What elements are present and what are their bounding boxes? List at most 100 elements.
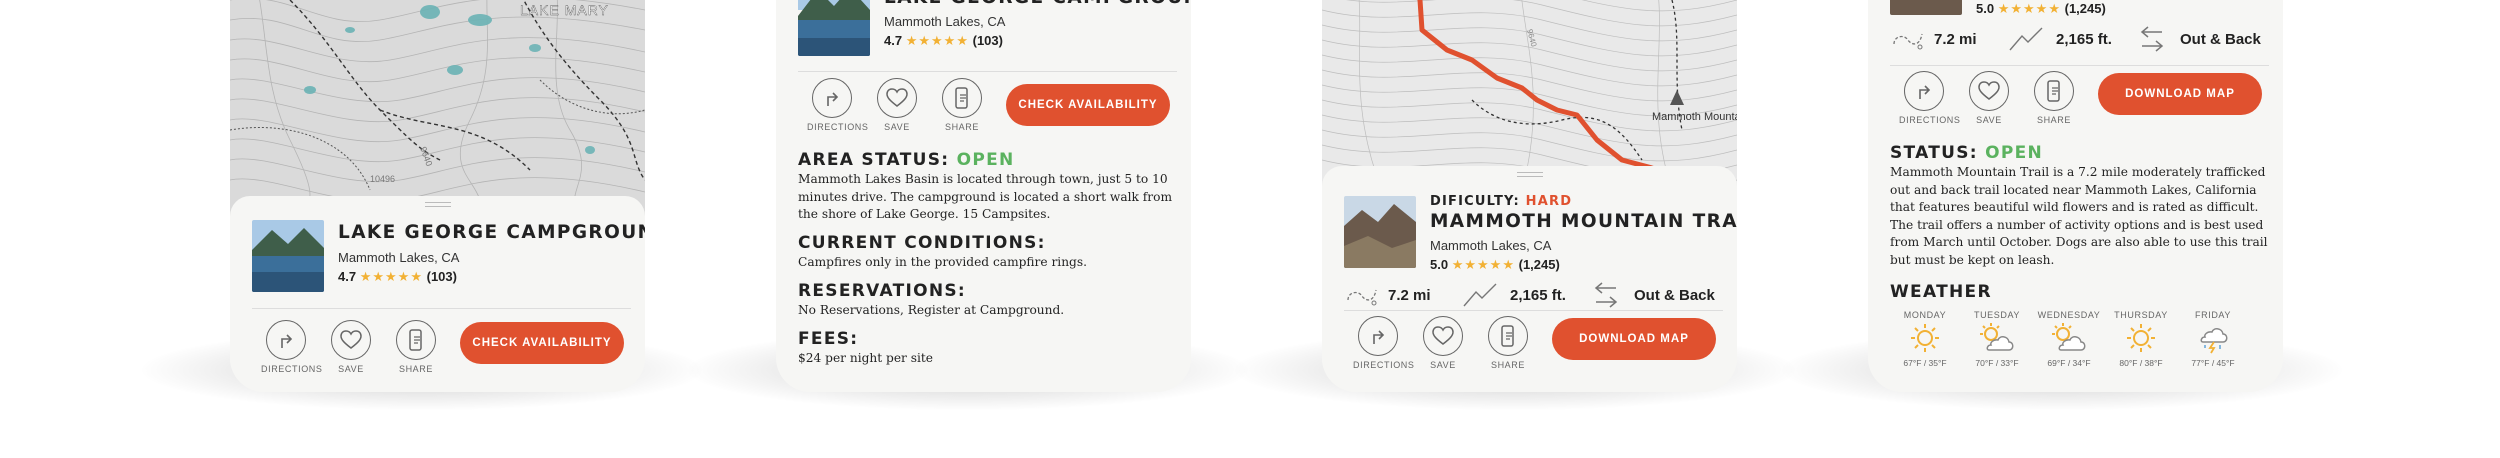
topo-map[interactable]: Mammoth Mountain 9640: [1322, 0, 1737, 190]
forecast-day-name: MONDAY: [1903, 310, 1947, 320]
difficulty-label: DIFICULTY:: [1430, 194, 1520, 209]
forecast-day-name: THURSDAY: [2114, 310, 2168, 320]
campground-location: Mammoth Lakes, CA: [338, 250, 460, 265]
out-and-back-icon: [1594, 282, 1618, 308]
route-type-value: Out & Back: [2180, 30, 2261, 48]
elevation-value: 2,165 ft.: [2056, 30, 2112, 48]
sun-icon: [1911, 324, 1939, 352]
heart-icon: [1423, 316, 1463, 356]
campground-title: LAKE GEORGE CAMPGROUND: [338, 222, 645, 243]
divider: [252, 308, 631, 309]
screen-campground-map: LAKE MARY 9640 10496 LAKE GEORGE CAMPGRO…: [230, 0, 645, 392]
directions-icon: [812, 78, 852, 118]
divider: [798, 71, 1177, 72]
directions-button[interactable]: DIRECTIONS: [1899, 71, 1961, 125]
difficulty-value: HARD: [1525, 194, 1573, 209]
phone-share-icon: [942, 78, 982, 118]
elevation-icon: [1463, 283, 1497, 307]
drag-handle[interactable]: [424, 202, 451, 207]
share-button[interactable]: SHARE: [937, 78, 987, 132]
review-count: (1,245): [2064, 1, 2106, 16]
check-availability-button[interactable]: CHECK AVAILABILITY: [1006, 84, 1170, 126]
screen-trail-details: 5.0 ★★★★★ (1,245) 7.2 mi 2,165 ft. Out &…: [1868, 0, 2283, 392]
divider: [1344, 310, 1723, 311]
forecast-day-name: TUESDAY: [1973, 310, 2021, 320]
distance-value: 7.2 mi: [1934, 30, 1977, 48]
share-label: SHARE: [1490, 360, 1525, 370]
heart-icon: [1969, 71, 2009, 111]
save-button[interactable]: SAVE: [872, 78, 922, 132]
screen-trail-map: Mammoth Mountain 9640 DIFICULTY: HARD MA…: [1322, 0, 1737, 392]
route-type-stat: Out & Back: [2132, 26, 2261, 52]
elevation-stat: 2,165 ft.: [2008, 26, 2112, 52]
campground-detail-sheet: LAKE GEORGE CAMPGROUND Mammoth Lakes, CA…: [230, 196, 645, 392]
partly-cloudy-icon: [1980, 323, 2014, 351]
directions-label: DIRECTIONS: [807, 122, 869, 132]
save-button[interactable]: SAVE: [326, 320, 376, 374]
distance-stat: 7.2 mi: [1344, 282, 1431, 308]
trail-title: MAMMOTH MOUNTAIN TRAIL: [1430, 211, 1737, 232]
directions-icon: [1904, 71, 1944, 111]
download-map-button[interactable]: DOWNLOAD MAP: [2098, 73, 2262, 115]
check-availability-button[interactable]: CHECK AVAILABILITY: [460, 322, 624, 364]
topo-map[interactable]: LAKE MARY 9640 10496: [230, 0, 645, 220]
directions-label: DIRECTIONS: [261, 364, 323, 374]
campground-location: Mammoth Lakes, CA: [884, 14, 1006, 29]
distance-value: 7.2 mi: [1388, 286, 1431, 304]
stars-icon: ★★★★★: [359, 269, 423, 284]
save-label: SAVE: [1976, 115, 2002, 125]
share-button[interactable]: SHARE: [1483, 316, 1533, 370]
forecast-temps: 80°F / 38°F: [2119, 358, 2163, 368]
stars-icon: ★★★★★: [905, 33, 969, 48]
rating: 4.7 ★★★★★ (103): [884, 33, 1003, 49]
forecast-temps: 67°F / 35°F: [1903, 358, 1947, 368]
screen-campground-details: LAKE GEORGE CAMPGROUND Mammoth Lakes, CA…: [776, 0, 1191, 392]
share-label: SHARE: [944, 122, 979, 132]
rating: 5.0 ★★★★★ (1,245): [1430, 257, 1560, 273]
rating-value: 5.0: [1976, 1, 1995, 16]
download-map-button[interactable]: DOWNLOAD MAP: [1552, 318, 1716, 360]
reservations-heading: RESERVATIONS:: [798, 281, 967, 301]
fees-heading: FEES:: [798, 329, 859, 349]
area-status-label: AREA STATUS:: [798, 150, 950, 170]
directions-button[interactable]: DIRECTIONS: [261, 320, 323, 374]
directions-button[interactable]: DIRECTIONS: [1353, 316, 1415, 370]
trail-thumbnail: [1890, 0, 1962, 15]
drag-handle[interactable]: [1516, 172, 1543, 177]
share-button[interactable]: SHARE: [391, 320, 441, 374]
status-heading: STATUS: OPEN: [1890, 143, 2043, 163]
directions-label: DIRECTIONS: [1353, 360, 1415, 370]
difficulty: DIFICULTY: HARD: [1430, 194, 1572, 209]
directions-icon: [1358, 316, 1398, 356]
contour-label: 10496: [370, 174, 395, 184]
review-count: (103): [426, 269, 457, 284]
elevation-icon: [2009, 27, 2043, 51]
phone-share-icon: [1488, 316, 1528, 356]
trail-detail-sheet: DIFICULTY: HARD MAMMOTH MOUNTAIN TRAIL M…: [1322, 166, 1737, 392]
status-label: STATUS:: [1890, 143, 1978, 163]
campground-thumbnail: [252, 220, 324, 292]
forecast-temps: 70°F / 33°F: [1975, 358, 2019, 368]
save-label: SAVE: [884, 122, 910, 132]
directions-label: DIRECTIONS: [1899, 115, 1961, 125]
directions-button[interactable]: DIRECTIONS: [807, 78, 869, 132]
forecast-temps: 69°F / 34°F: [2047, 358, 2091, 368]
save-button[interactable]: SAVE: [1964, 71, 2014, 125]
distance-stat: 7.2 mi: [1890, 26, 1977, 52]
campground-title: LAKE GEORGE CAMPGROUND: [884, 0, 1191, 8]
rating: 5.0 ★★★★★ (1,245): [1976, 1, 2106, 17]
save-button[interactable]: SAVE: [1418, 316, 1468, 370]
conditions-text: Campfires only in the provided campfire …: [798, 255, 1087, 269]
out-and-back-icon: [2140, 26, 2164, 52]
fees-text: $24 per night per site: [798, 351, 933, 365]
share-button[interactable]: SHARE: [2029, 71, 2079, 125]
directions-icon: [266, 320, 306, 360]
save-label: SAVE: [1430, 360, 1456, 370]
review-count: (103): [972, 33, 1003, 48]
heart-icon: [877, 78, 917, 118]
area-status-text: Mammoth Lakes Basin is located through t…: [798, 172, 1173, 221]
rating-value: 5.0: [1430, 257, 1449, 272]
status-value: OPEN: [1985, 143, 2044, 163]
area-status-heading: AREA STATUS: OPEN: [798, 150, 1015, 170]
phone-share-icon: [396, 320, 436, 360]
